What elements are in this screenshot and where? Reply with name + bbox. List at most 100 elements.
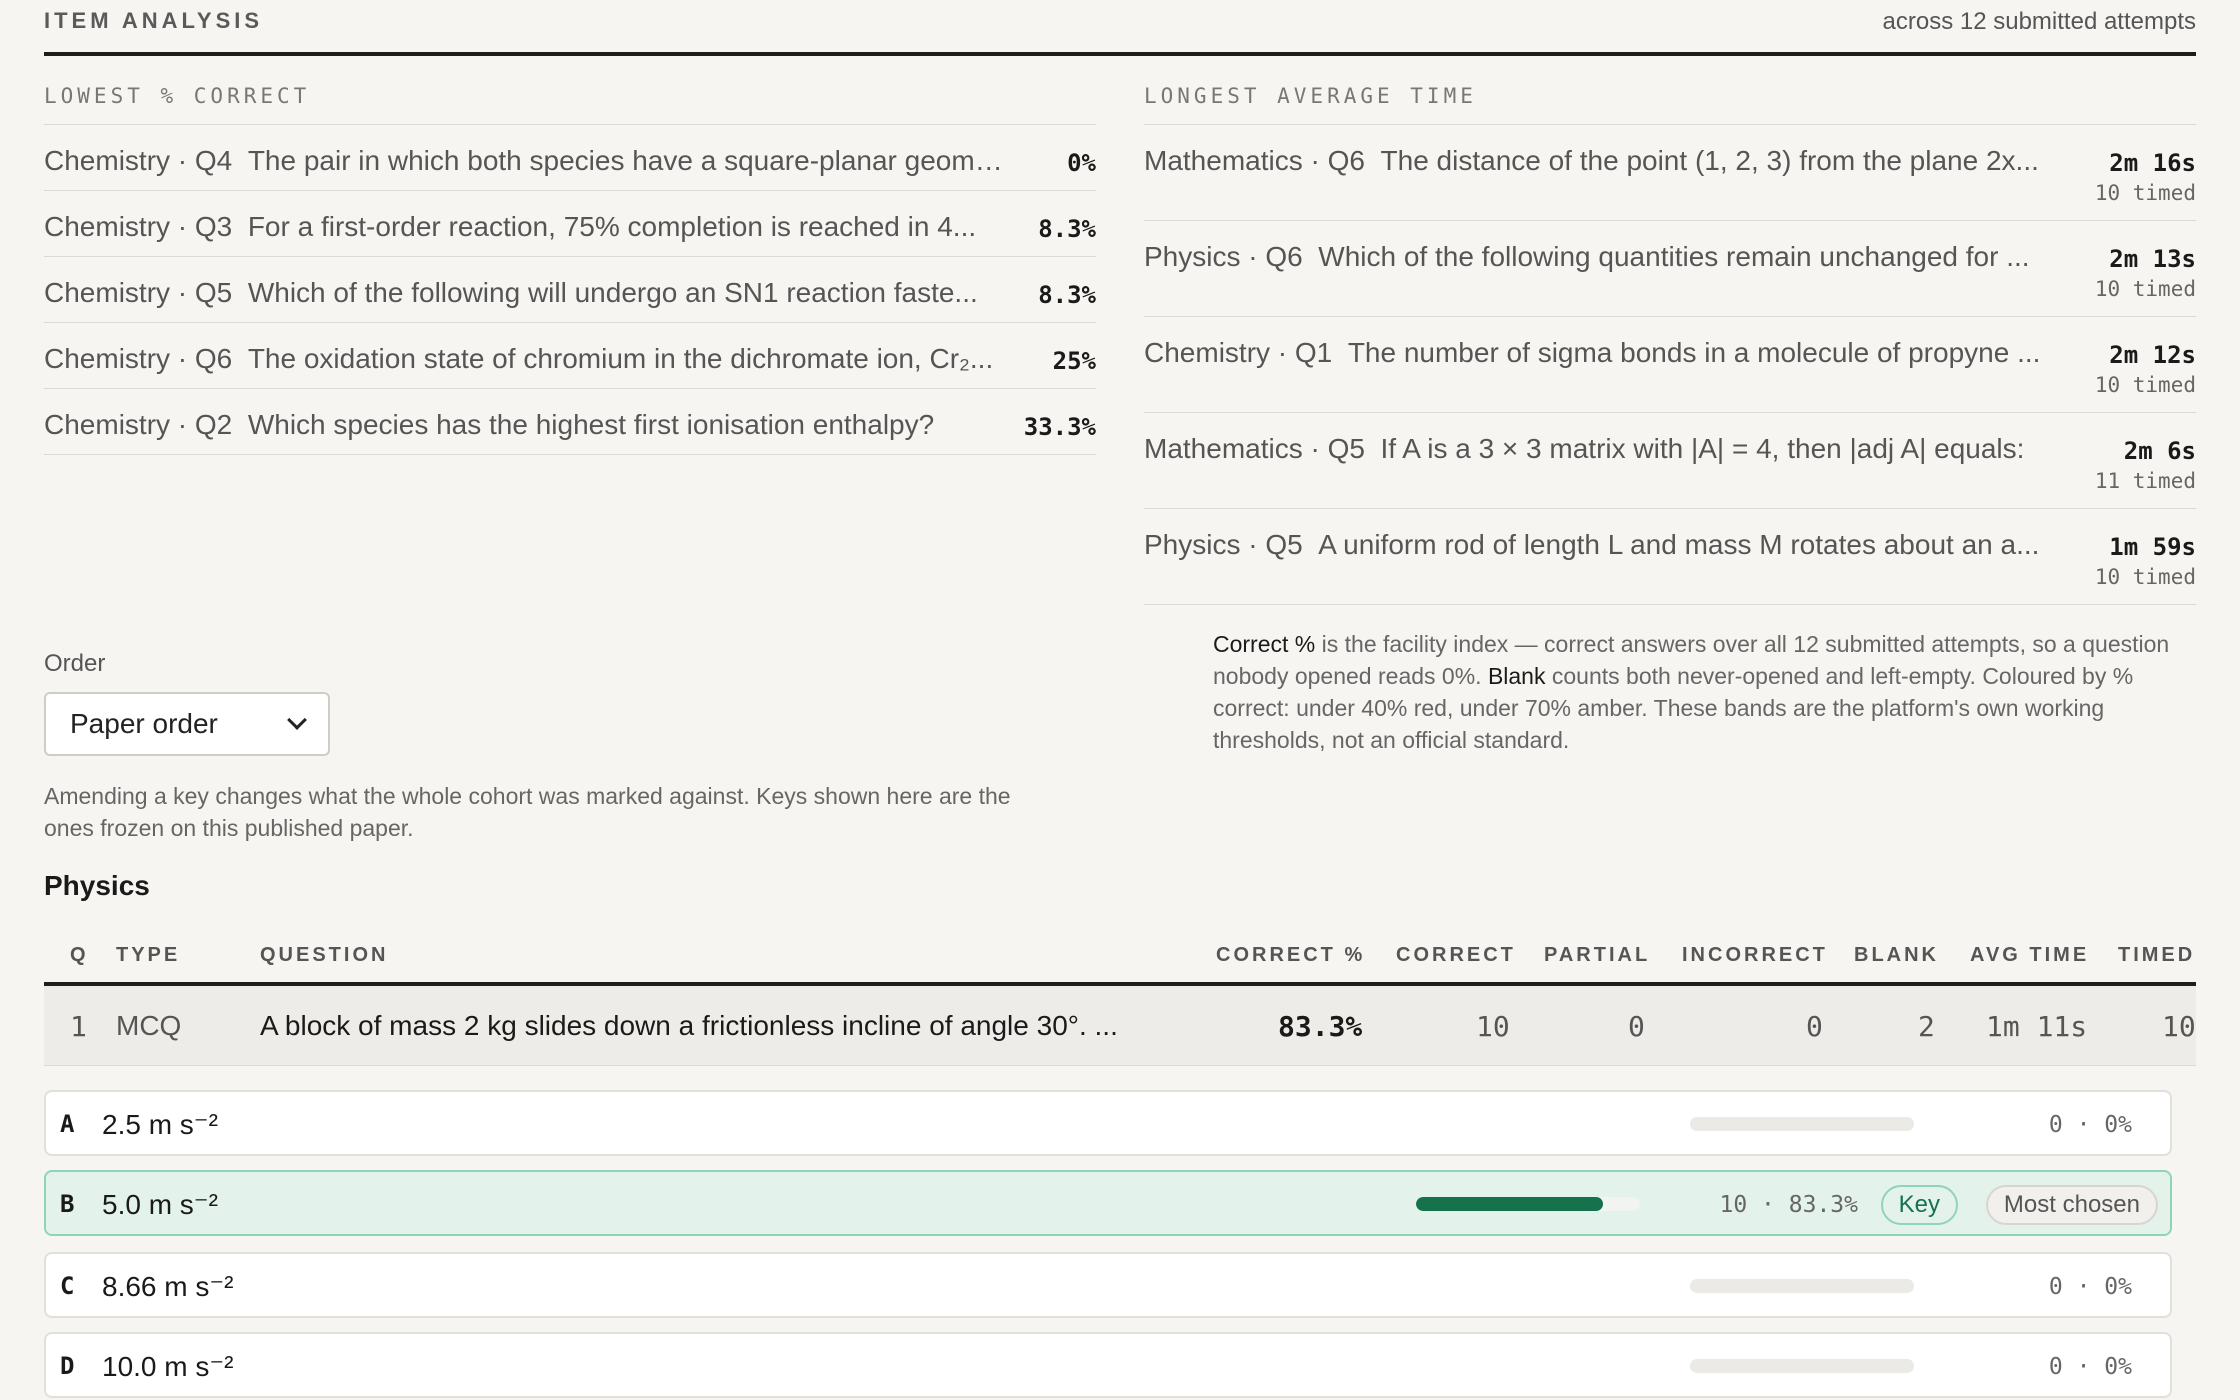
amend-key-note: Amending a key changes what the whole co… (44, 783, 1011, 841)
longest-item[interactable]: Mathematics · Q6 The distance of the poi… (1144, 125, 2196, 221)
item-question: The oxidation state of chromium in the d… (247, 343, 994, 374)
option-count: 0 · 0% (2048, 1354, 2132, 1380)
col-partial[interactable]: PARTIAL (1544, 944, 1650, 967)
col-correct[interactable]: CORRECT (1396, 944, 1516, 967)
option-text: 10.0 m s⁻² (102, 1351, 234, 1382)
option-b[interactable]: B 5.0 m s⁻² 10 · 83.3% Key Most chosen (44, 1170, 2172, 1236)
item-pct: 0% (1067, 149, 1096, 177)
col-timed[interactable]: TIMED (2118, 944, 2195, 967)
item-subject: Chemistry · Q3 (44, 211, 233, 242)
table-header: Q TYPE QUESTION CORRECT % CORRECT PARTIA… (44, 930, 2196, 986)
item-subject: Chemistry · Q6 (44, 343, 233, 374)
item-subject: Mathematics · Q6 (1144, 145, 1365, 176)
item-pct: 33.3% (1023, 413, 1096, 441)
item-pct: 25% (1052, 347, 1096, 375)
longest-time-panel: LONGEST AVERAGE TIME Mathematics · Q6 Th… (1144, 80, 2196, 605)
item-question: The pair in which both species have a sq… (247, 145, 1004, 176)
option-share-bar (1416, 1197, 1640, 1211)
item-timed-count: 10 timed (2094, 373, 2196, 397)
option-letter: B (60, 1190, 75, 1218)
option-count: 0 · 0% (2048, 1274, 2132, 1300)
option-share-bar (1690, 1359, 1914, 1373)
row-question: A block of mass 2 kg slides down a frict… (260, 1010, 1118, 1041)
lowest-item[interactable]: Chemistry · Q5 Which of the following wi… (44, 257, 1096, 323)
option-letter: C (60, 1272, 75, 1300)
chevron-down-icon (287, 710, 307, 730)
option-count: 10 · 83.3% (1719, 1192, 1858, 1218)
lowest-correct-heading: LOWEST % CORRECT (44, 80, 1096, 125)
row-q: 1 (70, 1010, 87, 1043)
item-question: The number of sigma bonds in a molecule … (1347, 337, 2041, 368)
item-subject: Physics · Q5 (1144, 529, 1303, 560)
attempts-subtitle: across 12 submitted attempts (1882, 8, 2196, 35)
order-selected-value: Paper order (70, 708, 218, 739)
col-correct-pct[interactable]: CORRECT % (1216, 944, 1365, 967)
longest-item[interactable]: Physics · Q6 Which of the following quan… (1144, 221, 2196, 317)
item-question: A uniform rod of length L and mass M rot… (1318, 529, 2040, 560)
longest-time-heading: LONGEST AVERAGE TIME (1144, 80, 2196, 125)
lowest-item[interactable]: Chemistry · Q6 The oxidation state of ch… (44, 323, 1096, 389)
item-avg-time: 2m 16s (2109, 149, 2196, 177)
item-subject: Chemistry · Q4 (44, 145, 233, 176)
item-timed-count: 10 timed (2094, 277, 2196, 301)
facility-index-note: Correct % is the facility index — correc… (1213, 628, 2203, 756)
item-avg-time: 2m 6s (2123, 437, 2196, 465)
item-subject: Chemistry · Q2 (44, 409, 233, 440)
row-correct-pct: 83.3% (1278, 1010, 1363, 1043)
option-text: 8.66 m s⁻² (102, 1271, 234, 1302)
row-type: MCQ (116, 1010, 182, 1041)
option-letter: D (60, 1352, 75, 1380)
key-badge: Key (1880, 1185, 1958, 1225)
item-question: Which of the following quantities remain… (1318, 241, 2030, 272)
longest-item[interactable]: Physics · Q5 A uniform rod of length L a… (1144, 509, 2196, 605)
col-q[interactable]: Q (70, 944, 89, 967)
item-subject: Mathematics · Q5 (1144, 433, 1365, 464)
option-count: 0 · 0% (2048, 1112, 2132, 1138)
item-timed-count: 11 timed (2094, 469, 2196, 493)
item-pct: 8.3% (1038, 281, 1096, 309)
option-letter: A (60, 1110, 75, 1138)
item-avg-time: 1m 59s (2109, 533, 2196, 561)
option-a[interactable]: A 2.5 m s⁻² 0 · 0% (44, 1090, 2172, 1156)
section-title: Physics (44, 870, 150, 901)
lowest-correct-panel: LOWEST % CORRECT Chemistry · Q4 The pair… (44, 80, 1096, 455)
lowest-item[interactable]: Chemistry · Q2 Which species has the hig… (44, 389, 1096, 455)
item-question: If A is a 3 × 3 matrix with |A| = 4, the… (1380, 433, 2025, 464)
col-question[interactable]: QUESTION (260, 944, 388, 967)
longest-item[interactable]: Chemistry · Q1 The number of sigma bonds… (1144, 317, 2196, 413)
item-question: Which species has the highest first ioni… (247, 409, 935, 440)
option-text: 2.5 m s⁻² (102, 1109, 218, 1140)
option-share-bar (1690, 1279, 1914, 1293)
order-label: Order (44, 650, 106, 677)
order-select[interactable]: Paper order (44, 692, 330, 756)
row-incorrect: 0 (1806, 1010, 1823, 1043)
item-avg-time: 2m 13s (2109, 245, 2196, 273)
row-partial: 0 (1628, 1010, 1645, 1043)
col-avg-time[interactable]: AVG TIME (1970, 944, 2089, 967)
item-question: The distance of the point (1, 2, 3) from… (1380, 145, 2039, 176)
row-blank: 2 (1918, 1010, 1935, 1043)
table-row[interactable]: 1 MCQ A block of mass 2 kg slides down a… (44, 986, 2196, 1066)
col-blank[interactable]: BLANK (1854, 944, 1939, 967)
lowest-item[interactable]: Chemistry · Q3 For a first-order reactio… (44, 191, 1096, 257)
col-type[interactable]: TYPE (116, 944, 180, 967)
option-share-fill (1416, 1197, 1603, 1211)
row-timed: 10 (2162, 1010, 2196, 1043)
row-avg-time: 1m 11s (1986, 1010, 2088, 1043)
item-timed-count: 10 timed (2094, 565, 2196, 589)
item-question: For a first-order reaction, 75% completi… (247, 211, 977, 242)
item-question: Which of the following will undergo an S… (247, 277, 978, 308)
col-incorrect[interactable]: INCORRECT (1682, 944, 1828, 967)
item-avg-time: 2m 12s (2109, 341, 2196, 369)
option-c[interactable]: C 8.66 m s⁻² 0 · 0% (44, 1252, 2172, 1318)
option-text: 5.0 m s⁻² (102, 1189, 218, 1220)
most-chosen-badge: Most chosen (1985, 1185, 2158, 1225)
option-share-bar (1690, 1117, 1914, 1131)
option-d[interactable]: D 10.0 m s⁻² 0 · 0% (44, 1332, 2172, 1398)
item-analysis-header: ITEM ANALYSIS across 12 submitted attemp… (44, 4, 2196, 56)
item-subject: Physics · Q6 (1144, 241, 1303, 272)
item-subject: Chemistry · Q5 (44, 277, 233, 308)
longest-item[interactable]: Mathematics · Q5 If A is a 3 × 3 matrix … (1144, 413, 2196, 509)
item-subject: Chemistry · Q1 (1144, 337, 1333, 368)
lowest-item[interactable]: Chemistry · Q4 The pair in which both sp… (44, 125, 1096, 191)
